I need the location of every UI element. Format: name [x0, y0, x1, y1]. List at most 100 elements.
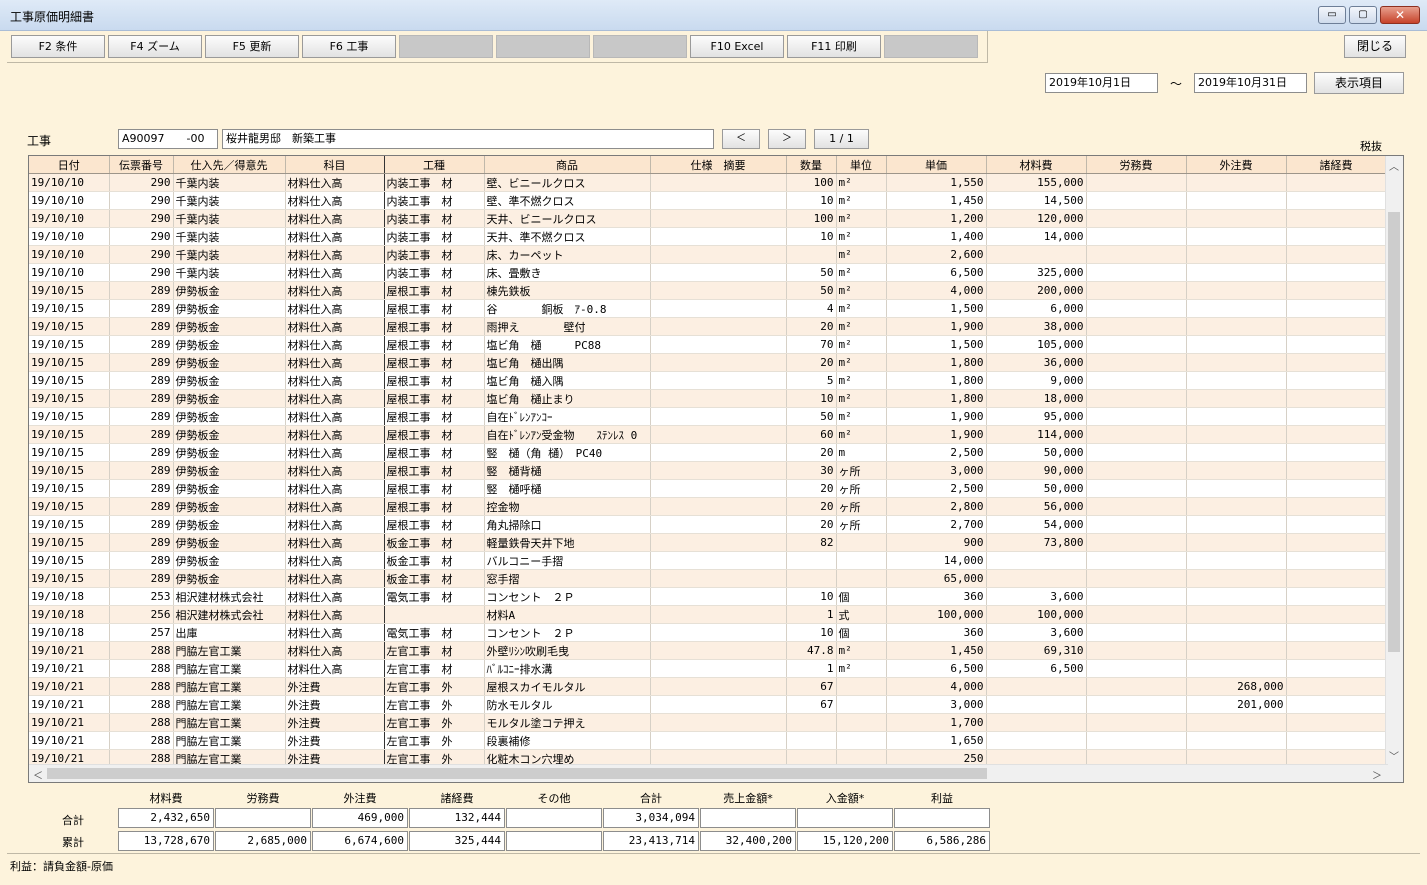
- column-header[interactable]: 仕入先／得意先: [173, 156, 286, 174]
- table-row[interactable]: 19/10/18 256 相沢建材株式会社 材料仕入高 材料A 1 式 100,000 100,…: [29, 605, 1387, 624]
- table-row[interactable]: 19/10/18 257 出庫 材料仕入高 電気工事 材コンセント ２Ｐ 10 個 360 3,…: [29, 623, 1387, 642]
- table-cell: 20: [786, 443, 837, 462]
- table-cell: 360: [886, 587, 987, 606]
- table-cell: 14,000: [986, 227, 1087, 246]
- table-cell: ヶ所: [836, 461, 887, 480]
- column-header[interactable]: 伝票番号: [109, 156, 174, 174]
- table-row[interactable]: 19/10/15 289 伊勢板金 材料仕入高 板金工事 材バルコニー手摺 14,000: [29, 551, 1387, 570]
- column-header[interactable]: 科目: [285, 156, 385, 174]
- table-row[interactable]: 19/10/21 288 門脇左官工業 外注費 左官工事 外モルタル塗コテ押え 1,700: [29, 713, 1387, 732]
- fkey-button-8[interactable]: F11 印刷: [787, 35, 881, 58]
- table-row[interactable]: 19/10/15 289 伊勢板金 材料仕入高 屋根工事 材谷 銅板 ｱ-0.8 4 m² 1…: [29, 299, 1387, 318]
- table-cell: [650, 227, 787, 246]
- table-row[interactable]: 19/10/18 253 相沢建材株式会社 材料仕入高 電気工事 材コンセント ２Ｐ 10…: [29, 587, 1387, 606]
- table-row[interactable]: 19/10/21 288 門脇左官工業 外注費 左官工事 外屋根スカイモルタル 67 4,0…: [29, 677, 1387, 696]
- minimize-button[interactable]: ▭: [1318, 6, 1346, 24]
- project-name-field[interactable]: 桜井龍男邸 新築工事: [222, 129, 714, 149]
- table-cell: 外注費: [285, 695, 385, 714]
- table-row[interactable]: 19/10/15 289 伊勢板金 材料仕入高 屋根工事 材塩ビ角 樋入隅 5 m² 1,80…: [29, 371, 1387, 390]
- fkey-button-3[interactable]: F6 工事: [302, 35, 396, 58]
- table-cell: 塩ビ角 樋入隅: [484, 371, 651, 390]
- table-row[interactable]: 19/10/15 289 伊勢板金 材料仕入高 屋根工事 材棟先鉄板 50 m² 4,000 2…: [29, 281, 1387, 300]
- column-header[interactable]: 外注費: [1186, 156, 1287, 174]
- table-row[interactable]: 19/10/15 289 伊勢板金 材料仕入高 屋根工事 材竪 樋（角 樋） PC40 2…: [29, 443, 1387, 462]
- table-row[interactable]: 19/10/21 288 門脇左官工業 材料仕入高 左官工事 材ﾊﾞﾙｺﾆｰ排水溝 1 m²…: [29, 659, 1387, 678]
- table-cell: 電気工事 材: [384, 587, 485, 606]
- table-cell: 289: [109, 371, 174, 390]
- table-cell: [1186, 407, 1287, 426]
- column-header[interactable]: 商品: [484, 156, 651, 174]
- table-row[interactable]: 19/10/15 289 伊勢板金 材料仕入高 屋根工事 材控金物 20 ヶ所 2,800 56…: [29, 497, 1387, 516]
- table-cell: [836, 551, 887, 570]
- table-row[interactable]: 19/10/10 290 千葉内装 材料仕入高 内装工事 材床、畳敷き 50 m² 6,500…: [29, 263, 1387, 282]
- close-window-button[interactable]: ✕: [1380, 6, 1420, 24]
- table-row[interactable]: 19/10/15 289 伊勢板金 材料仕入高 屋根工事 材塩ビ角 樋 PC88 70 m²…: [29, 335, 1387, 354]
- table-row[interactable]: 19/10/15 289 伊勢板金 材料仕入高 板金工事 材軽量鉄骨天井下地 82 900 7…: [29, 533, 1387, 552]
- fkey-button-0[interactable]: F2 条件: [11, 35, 105, 58]
- table-row[interactable]: 19/10/10 290 千葉内装 材料仕入高 内装工事 材天井、ビニールクロス 100 m…: [29, 209, 1387, 228]
- table-cell: 18,000: [986, 389, 1087, 408]
- table-row[interactable]: 19/10/10 290 千葉内装 材料仕入高 内装工事 材壁、準不燃クロス 10 m² 1,…: [29, 191, 1387, 210]
- table-row[interactable]: 19/10/15 289 伊勢板金 材料仕入高 屋根工事 材塩ビ角 樋出隅 20 m² 1,8…: [29, 353, 1387, 372]
- date-to-field[interactable]: 2019年10月31日: [1194, 73, 1307, 93]
- table-row[interactable]: 19/10/21 288 門脇左官工業 外注費 左官工事 外段裏補修 1,650: [29, 731, 1387, 750]
- table-cell: [1286, 299, 1387, 318]
- vertical-scroll-thumb[interactable]: [1388, 212, 1400, 652]
- display-items-button[interactable]: 表示項目: [1314, 72, 1404, 94]
- project-code-field[interactable]: A90097 -00: [118, 129, 218, 149]
- maximize-button[interactable]: ▢: [1349, 6, 1377, 24]
- scroll-down-icon[interactable]: ﹀: [1389, 748, 1399, 763]
- scroll-left-icon[interactable]: ＜: [33, 767, 43, 782]
- table-cell: 屋根工事 材: [384, 425, 485, 444]
- table-row[interactable]: 19/10/15 289 伊勢板金 材料仕入高 板金工事 材窓手摺 65,000: [29, 569, 1387, 588]
- column-header[interactable]: 労務費: [1086, 156, 1187, 174]
- table-row[interactable]: 19/10/15 289 伊勢板金 材料仕入高 屋根工事 材自在ﾄﾞﾚﾝｱﾝ受金物 ｽﾃ…: [29, 425, 1387, 444]
- column-header[interactable]: 数量: [786, 156, 837, 174]
- fkey-button-7[interactable]: F10 Excel: [690, 35, 784, 58]
- vertical-scrollbar[interactable]: ︿ ﹀: [1385, 156, 1403, 765]
- table-cell: [1086, 515, 1187, 534]
- column-header[interactable]: 日付: [29, 156, 110, 174]
- horizontal-scroll-thumb[interactable]: [47, 768, 987, 779]
- column-header[interactable]: 諸経費: [1286, 156, 1387, 174]
- table-cell: [650, 389, 787, 408]
- table-cell: 材料仕入高: [285, 425, 385, 444]
- table-row[interactable]: 19/10/15 289 伊勢板金 材料仕入高 屋根工事 材竪 樋背樋 30 ヶ所 3,000…: [29, 461, 1387, 480]
- table-row[interactable]: 19/10/10 290 千葉内装 材料仕入高 内装工事 材壁、ビニールクロス 100 m²…: [29, 173, 1387, 192]
- horizontal-scrollbar[interactable]: ＜ ＞: [29, 764, 1388, 782]
- table-cell: [1086, 659, 1187, 678]
- table-row[interactable]: 19/10/21 288 門脇左官工業 外注費 左官工事 外防水モルタル 67 3,000 2…: [29, 695, 1387, 714]
- table-cell: 288: [109, 659, 174, 678]
- next-project-button[interactable]: ＞: [768, 129, 806, 149]
- table-cell: 門脇左官工業: [173, 695, 286, 714]
- table-row[interactable]: 19/10/15 289 伊勢板金 材料仕入高 屋根工事 材雨押え 壁付 20 m² 1,90…: [29, 317, 1387, 336]
- column-header[interactable]: 単価: [886, 156, 987, 174]
- table-row[interactable]: 19/10/15 289 伊勢板金 材料仕入高 屋根工事 材角丸掃除口 20 ヶ所 2,700…: [29, 515, 1387, 534]
- column-header[interactable]: 材料費: [986, 156, 1087, 174]
- summary-total-cell: [797, 808, 893, 828]
- detail-grid[interactable]: 日付 伝票番号 仕入先／得意先 科目 工種 商品 仕様 摘要 数量 単位 単価 材料費 労務費 外注費諸…: [28, 155, 1404, 783]
- table-row[interactable]: 19/10/21 288 門脇左官工業 材料仕入高 左官工事 材外壁ﾘｼﾝ吹刷毛曳 47.…: [29, 641, 1387, 660]
- scroll-up-icon[interactable]: ︿: [1389, 158, 1399, 173]
- table-row[interactable]: 19/10/10 290 千葉内装 材料仕入高 内装工事 材天井、準不燃クロス 10 m² 1…: [29, 227, 1387, 246]
- table-cell: 19/10/15: [29, 335, 110, 354]
- table-row[interactable]: 19/10/15 289 伊勢板金 材料仕入高 屋根工事 材竪 樋呼樋 20 ヶ所 2,500…: [29, 479, 1387, 498]
- table-row[interactable]: 19/10/15 289 伊勢板金 材料仕入高 屋根工事 材塩ビ角 樋止まり 10 m² 1,…: [29, 389, 1387, 408]
- column-header[interactable]: 工種: [384, 156, 485, 174]
- scroll-right-icon[interactable]: ＞: [1372, 767, 1382, 782]
- table-cell: 5: [786, 371, 837, 390]
- table-cell: 290: [109, 245, 174, 264]
- date-from-field[interactable]: 2019年10月1日: [1045, 73, 1158, 93]
- table-cell: 19/10/21: [29, 659, 110, 678]
- table-cell: [1086, 713, 1187, 732]
- fkey-button-2[interactable]: F5 更新: [205, 35, 299, 58]
- client-area: F2 条件 F4 ズーム F5 更新 F6 工事 F10 Excel F11 印刷 閉じる…: [7, 31, 1420, 877]
- fkey-button-1[interactable]: F4 ズーム: [108, 35, 202, 58]
- prev-project-button[interactable]: ＜: [722, 129, 760, 149]
- close-button[interactable]: 閉じる: [1344, 35, 1406, 58]
- table-row[interactable]: 19/10/10 290 千葉内装 材料仕入高 内装工事 材床、カーペット m² 2,600: [29, 245, 1387, 264]
- column-header[interactable]: 仕様 摘要: [650, 156, 787, 174]
- table-row[interactable]: 19/10/15 289 伊勢板金 材料仕入高 屋根工事 材自在ﾄﾞﾚﾝｱﾝｺｰ 50 m²…: [29, 407, 1387, 426]
- column-header[interactable]: 単位: [836, 156, 887, 174]
- table-cell: コンセント ２Ｐ: [484, 587, 651, 606]
